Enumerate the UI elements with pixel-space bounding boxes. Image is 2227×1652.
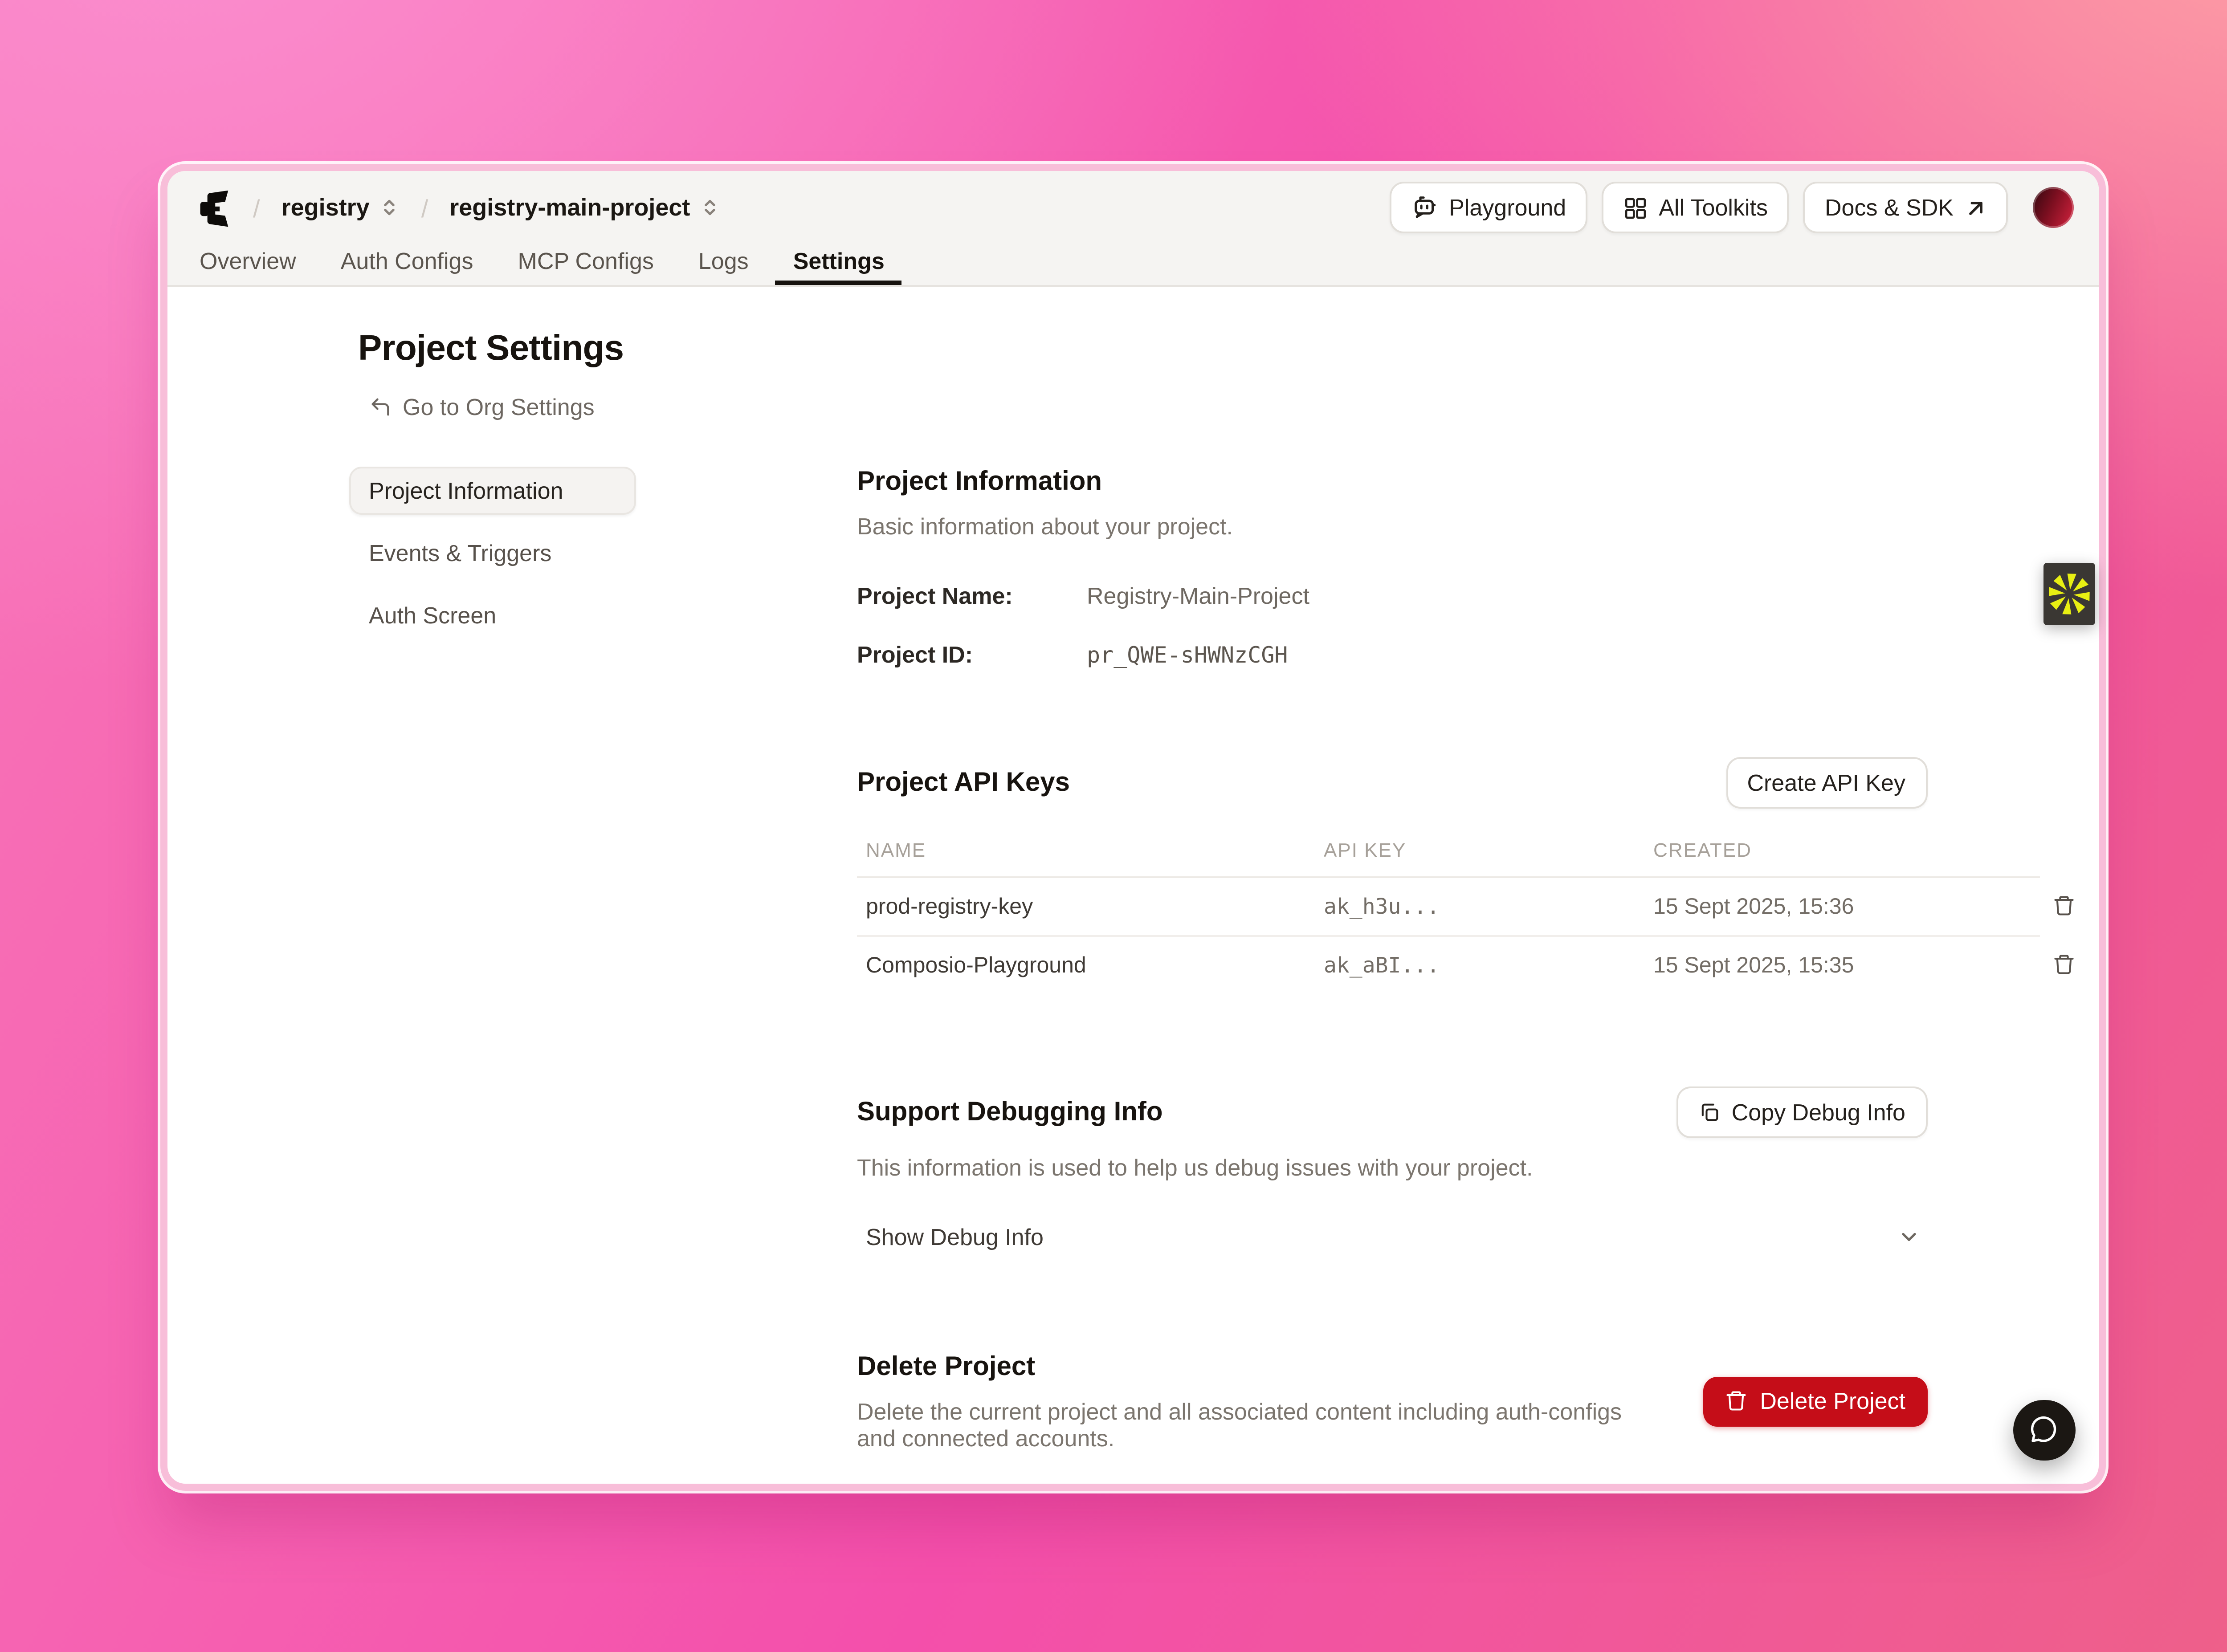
copy-icon	[1698, 1100, 1721, 1123]
key-created: 15 Sept 2025, 15:36	[1644, 876, 2040, 935]
show-debug-info-toggle[interactable]: Show Debug Info	[857, 1212, 1927, 1262]
api-keys-header: Project API Keys Create API Key	[857, 756, 1927, 808]
debug-info-title: Support Debugging Info	[857, 1096, 1163, 1127]
tab-auth-configs[interactable]: Auth Configs	[323, 238, 491, 284]
delete-key-button[interactable]	[2049, 948, 2079, 979]
main-tabs: Overview Auth Configs MCP Configs Logs S…	[167, 238, 2098, 284]
page-title: Project Settings	[358, 329, 2098, 370]
breadcrumb-project-label: registry-main-project	[449, 194, 690, 221]
breadcrumb-project-selector[interactable]: registry-main-project	[446, 191, 724, 224]
go-to-org-settings-link[interactable]: Go to Org Settings	[358, 391, 605, 421]
user-avatar[interactable]	[2032, 187, 2073, 228]
tab-logs[interactable]: Logs	[681, 238, 767, 284]
sidebar-item-events-triggers[interactable]: Events & Triggers	[349, 528, 636, 576]
col-name: NAME	[857, 840, 1315, 876]
delete-project-label: Delete Project	[1760, 1388, 1905, 1414]
settings-sidebar: Project Information Events & Triggers Au…	[349, 466, 636, 1451]
sidebar-item-auth-screen[interactable]: Auth Screen	[349, 590, 636, 639]
playground-button[interactable]: Playground	[1390, 182, 1587, 233]
chat-support-button[interactable]	[2013, 1399, 2075, 1461]
settings-content: Project Information Events & Triggers Au…	[167, 466, 2098, 1451]
message-bubble-icon	[2028, 1414, 2060, 1446]
settings-main: Project Information Basic information ab…	[857, 466, 1927, 1451]
chevron-down-icon	[1897, 1225, 1920, 1249]
top-bar: / registry / registry-main-project	[167, 170, 2098, 238]
api-keys-title: Project API Keys	[857, 767, 1070, 797]
key-value: ak_h3u...	[1315, 876, 1644, 935]
delete-project-description: Delete the current project and all assoc…	[857, 1397, 1649, 1451]
corner-up-left-icon	[369, 395, 392, 418]
app-header: / registry / registry-main-project	[167, 170, 2098, 286]
go-to-org-settings-label: Go to Org Settings	[403, 393, 595, 419]
app-window: / registry / registry-main-project	[167, 170, 2098, 1483]
side-widget-button[interactable]	[2043, 562, 2094, 624]
key-value: ak_aBI...	[1315, 935, 1644, 993]
desktop-background: / registry / registry-main-project	[0, 0, 2227, 1652]
bot-chat-icon	[1411, 194, 1438, 221]
delete-project-section: Delete Project Delete the current projec…	[857, 1351, 1927, 1451]
playground-label: Playground	[1449, 194, 1566, 221]
all-toolkits-button[interactable]: All Toolkits	[1602, 182, 1789, 233]
key-created: 15 Sept 2025, 15:35	[1644, 935, 2040, 993]
api-keys-table-header-row: NAME API KEY CREATED	[857, 840, 2040, 876]
key-name: prod-registry-key	[857, 876, 1315, 935]
trash-icon	[2052, 893, 2076, 916]
key-name: Composio-Playground	[857, 935, 1315, 993]
arrow-up-right-icon	[1964, 197, 1986, 218]
project-id-value: pr_QWE-sHWNzCGH	[1087, 640, 1288, 667]
show-debug-info-label: Show Debug Info	[866, 1224, 1044, 1250]
composio-logo[interactable]	[196, 188, 235, 227]
debug-info-section: Support Debugging Info Copy Debug Info T…	[857, 1086, 1927, 1262]
tab-mcp-configs[interactable]: MCP Configs	[500, 238, 672, 284]
project-information-title: Project Information	[857, 466, 1927, 496]
project-name-value: Registry-Main-Project	[1087, 582, 1309, 608]
delete-project-button[interactable]: Delete Project	[1703, 1376, 1927, 1426]
trash-icon	[2052, 952, 2076, 975]
copy-debug-info-label: Copy Debug Info	[1732, 1098, 1905, 1125]
api-keys-table: NAME API KEY CREATED prod-registry-key a…	[857, 840, 2040, 993]
docs-sdk-button[interactable]: Docs & SDK	[1803, 182, 2007, 233]
delete-project-text: Delete Project Delete the current projec…	[857, 1351, 1649, 1451]
breadcrumb-org-selector[interactable]: registry	[278, 191, 404, 224]
project-id-field: Project ID: pr_QWE-sHWNzCGH	[857, 640, 1927, 667]
debug-info-description: This information is used to help us debu…	[857, 1153, 1927, 1180]
project-name-label: Project Name:	[857, 582, 1087, 608]
all-toolkits-label: All Toolkits	[1659, 194, 1768, 221]
chevrons-up-down-icon	[380, 196, 400, 219]
copy-debug-info-button[interactable]: Copy Debug Info	[1676, 1086, 1927, 1137]
breadcrumb-separator: /	[249, 193, 264, 222]
delete-key-button[interactable]	[2049, 890, 2079, 920]
project-id-label: Project ID:	[857, 640, 1087, 667]
table-row: prod-registry-key ak_h3u... 15 Sept 2025…	[857, 876, 2040, 935]
sidebar-item-project-information[interactable]: Project Information	[349, 466, 636, 514]
breadcrumb-org-label: registry	[281, 194, 370, 221]
tab-overview[interactable]: Overview	[182, 238, 314, 284]
table-row: Composio-Playground ak_aBI... 15 Sept 20…	[857, 935, 2040, 993]
create-api-key-button[interactable]: Create API Key	[1725, 756, 1927, 808]
project-name-field: Project Name: Registry-Main-Project	[857, 582, 1927, 608]
project-information-section: Project Information Basic information ab…	[857, 466, 1927, 667]
col-api-key: API KEY	[1315, 840, 1644, 876]
debug-info-header: Support Debugging Info Copy Debug Info	[857, 1086, 1927, 1137]
layout-grid-icon	[1623, 195, 1648, 220]
breadcrumb-separator: /	[418, 193, 432, 222]
project-fields: Project Name: Registry-Main-Project Proj…	[857, 582, 1927, 667]
project-information-description: Basic information about your project.	[857, 512, 1927, 539]
docs-sdk-label: Docs & SDK	[1825, 194, 1954, 221]
col-created: CREATED	[1644, 840, 2040, 876]
chevrons-up-down-icon	[701, 196, 720, 219]
api-keys-section: Project API Keys Create API Key NAME API…	[857, 756, 1927, 993]
trash-icon	[1724, 1389, 1747, 1412]
yellow-asterisk-icon	[2046, 571, 2091, 615]
delete-project-title: Delete Project	[857, 1351, 1649, 1381]
tab-settings[interactable]: Settings	[775, 238, 902, 284]
